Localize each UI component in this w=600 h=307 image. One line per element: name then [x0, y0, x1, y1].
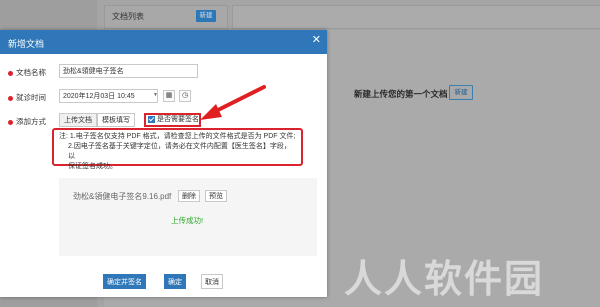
annotation-arrow-icon	[200, 85, 266, 120]
